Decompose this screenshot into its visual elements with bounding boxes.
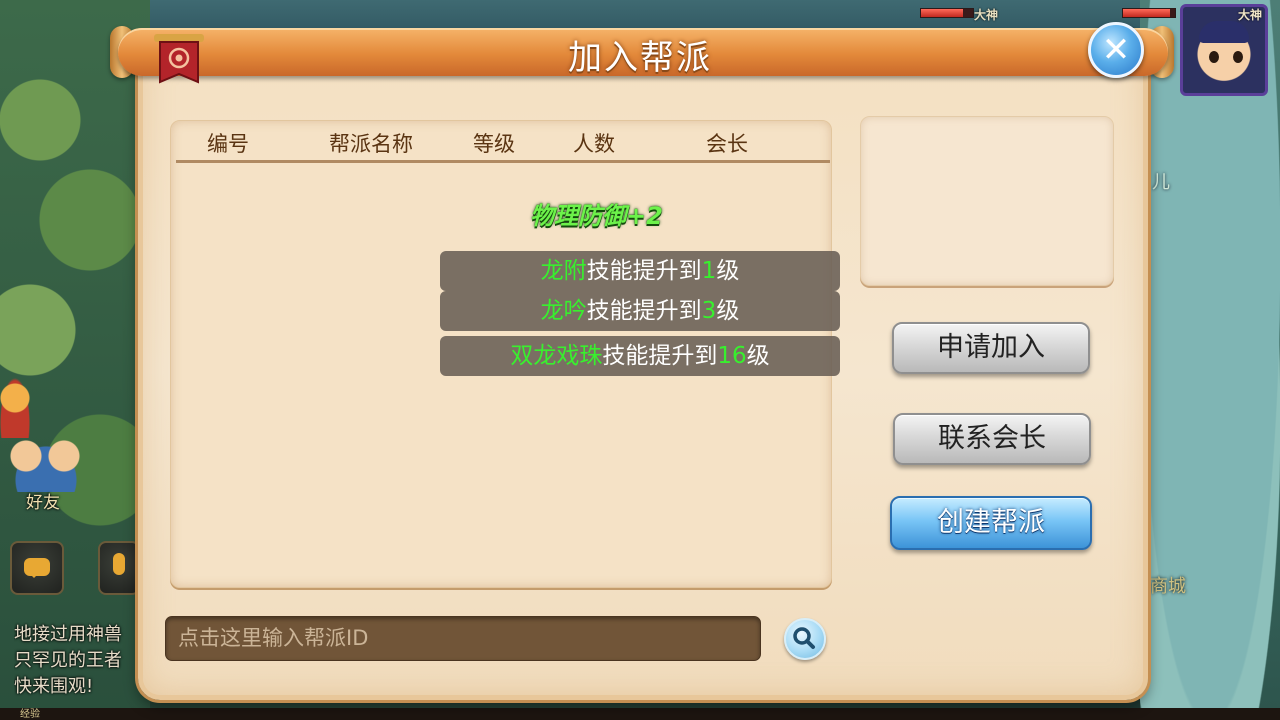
shop-label[interactable]: 商城 bbox=[1150, 572, 1186, 598]
skill-name: 龙吟 bbox=[540, 298, 587, 324]
skill-bonus-row: 双龙戏珠技能提升到16级 bbox=[440, 336, 840, 376]
skill-level: 3 bbox=[701, 298, 717, 324]
exp-bar: 经验 bbox=[0, 708, 1280, 720]
chat-button[interactable] bbox=[10, 541, 64, 595]
buff-title: 物理防御+2 bbox=[530, 202, 663, 230]
chat-line: 只罕见的王者 bbox=[14, 650, 122, 671]
contact-leader-button[interactable]: 联系会长 bbox=[893, 413, 1091, 465]
chat-line: 地接过用神兽 bbox=[14, 624, 122, 645]
voice-button[interactable] bbox=[98, 541, 140, 595]
guild-info-box bbox=[860, 116, 1114, 286]
close-icon: ✕ bbox=[1101, 30, 1131, 70]
chat-line: 快来围观! bbox=[14, 676, 94, 697]
magnifier-icon bbox=[793, 627, 815, 649]
player-tag: 大神 bbox=[974, 8, 999, 22]
skill-text: 技能提升到 bbox=[602, 343, 718, 369]
hud-character-icon[interactable] bbox=[0, 378, 30, 438]
column-header-members: 人数 bbox=[573, 132, 615, 156]
column-header-id: 编号 bbox=[207, 132, 249, 156]
guild-banner-icon bbox=[154, 34, 204, 84]
skill-bonus-row: 龙吟技能提升到3级 bbox=[440, 291, 840, 331]
skill-suffix: 级 bbox=[746, 343, 770, 369]
scene-label: 儿 bbox=[1152, 172, 1170, 193]
skill-suffix: 级 bbox=[716, 258, 740, 284]
column-header-leader: 会长 bbox=[706, 132, 748, 156]
background-scene-right bbox=[1140, 0, 1280, 720]
guild-id-input[interactable]: 点击这里输入帮派ID bbox=[165, 616, 761, 661]
apply-join-button[interactable]: 申请加入 bbox=[892, 322, 1090, 374]
skill-suffix: 级 bbox=[716, 298, 740, 324]
column-header-name: 帮派名称 bbox=[329, 132, 413, 156]
skill-text: 技能提升到 bbox=[586, 258, 702, 284]
close-button[interactable]: ✕ bbox=[1088, 22, 1144, 78]
skill-bonus-row: 龙附技能提升到1级 bbox=[440, 251, 840, 291]
skill-name: 龙附 bbox=[540, 258, 587, 284]
friends-icon[interactable] bbox=[6, 436, 86, 492]
skill-name: 双龙戏珠 bbox=[510, 343, 603, 369]
skill-level: 16 bbox=[717, 343, 747, 369]
avatar-label: 大神 bbox=[1237, 8, 1262, 22]
player-hp-bar-2 bbox=[1122, 8, 1176, 18]
background-trees bbox=[0, 0, 150, 720]
chat-log: 地接过用神兽 只罕见的王者 快来围观! bbox=[14, 622, 144, 700]
chat-bubble-icon bbox=[24, 558, 50, 578]
player-hp-bar bbox=[920, 8, 974, 18]
exp-label: 经验 bbox=[20, 709, 40, 720]
search-button[interactable] bbox=[784, 618, 826, 660]
skill-text: 技能提升到 bbox=[586, 298, 702, 324]
friends-label: 好友 bbox=[26, 493, 60, 513]
create-guild-button[interactable]: 创建帮派 bbox=[890, 496, 1092, 550]
skill-level: 1 bbox=[701, 258, 717, 284]
microphone-icon bbox=[113, 553, 125, 575]
column-header-level: 等级 bbox=[473, 132, 515, 156]
